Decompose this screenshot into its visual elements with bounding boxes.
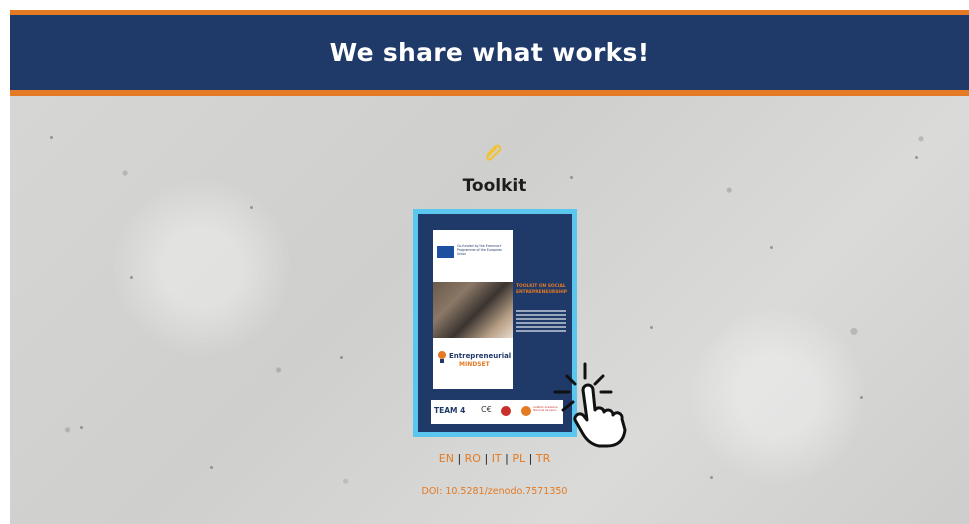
lightbulb-icon	[438, 351, 446, 363]
page-title: We share what works!	[329, 38, 650, 67]
eu-funding-text: Co-funded by the Erasmus+ Programme of t…	[457, 244, 503, 256]
cover-page: Co-funded by the Erasmus+ Programme of t…	[433, 230, 513, 389]
partner-ce: C€	[481, 405, 492, 414]
brand-logo: Entrepreneurial MINDSET	[435, 348, 513, 370]
cover-text-lines	[516, 310, 566, 334]
toolkit-cover: Co-funded by the Erasmus+ Programme of t…	[418, 214, 572, 432]
pointing-hand-icon	[553, 362, 627, 448]
lang-link-it[interactable]: IT	[492, 452, 502, 465]
separator: |	[505, 452, 509, 465]
separator: |	[457, 452, 462, 465]
page: We share what works! Toolkit Co-funded b…	[0, 0, 969, 524]
lang-link-tr[interactable]: TR	[536, 452, 550, 465]
partner-star-icon	[521, 406, 531, 416]
lang-link-pl[interactable]: PL	[512, 452, 525, 465]
separator: |	[528, 452, 533, 465]
doi-link[interactable]: DOI: 10.5281/zenodo.7571350	[0, 486, 969, 497]
lang-link-en[interactable]: EN	[439, 452, 454, 465]
partner-crest-icon	[501, 406, 511, 416]
paperclip-icon	[486, 144, 502, 161]
site-header: We share what works!	[10, 10, 969, 96]
cover-photo	[433, 282, 513, 338]
partner-team4: TEAM 4	[434, 406, 466, 415]
partner-logos: TEAM 4 C€ Instituto Academia Nacional de…	[431, 400, 563, 424]
cover-title: TOOLKIT ON SOCIAL ENTREPRENEURSHIP	[516, 284, 567, 295]
language-links: EN | RO | IT | PL | TR	[0, 452, 969, 465]
separator: |	[484, 452, 489, 465]
section-title: Toolkit	[462, 176, 527, 196]
eu-flag-icon	[437, 246, 454, 258]
brand-line1: Entrepreneurial	[449, 352, 512, 360]
lang-link-ro[interactable]: RO	[465, 452, 481, 465]
brand-line2: MINDSET	[459, 361, 490, 368]
